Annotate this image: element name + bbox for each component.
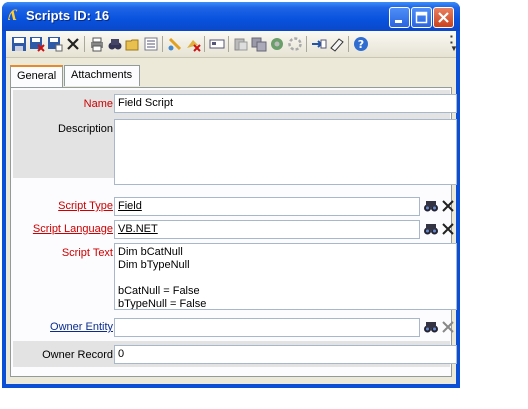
binoculars-icon (424, 224, 438, 235)
script-text-label: Script Text (61, 247, 113, 259)
title-bar[interactable]: ʎ Scripts ID: 16 (2, 2, 460, 31)
open-folder-button[interactable] (125, 36, 141, 52)
owner-record-field[interactable]: 0 (114, 345, 457, 364)
find-icon (108, 39, 122, 50)
close-icon (438, 12, 449, 23)
script-language-label[interactable]: Script Language (33, 223, 113, 235)
save-close-icon (30, 37, 45, 52)
general-panel: Name Field Script Description Script Typ… (10, 87, 457, 377)
save-close-button[interactable] (29, 36, 45, 52)
save-new-icon (48, 37, 63, 52)
svg-text:?: ? (358, 38, 364, 51)
owner-entity-field[interactable] (114, 318, 420, 337)
owner-record-label: Owner Record (42, 349, 113, 361)
scripts-window: ʎ Scripts ID: 16 ? ▪ ▪ ▼ General Attachm… (2, 2, 460, 388)
clear-icon (187, 40, 201, 52)
script-language-clear-button[interactable] (440, 221, 456, 237)
script-type-row: Script Type Field (13, 196, 454, 219)
toolbar-separator (162, 36, 163, 52)
notes-icon (330, 38, 344, 52)
paste-button[interactable] (233, 36, 249, 52)
toolbar-separator (84, 36, 85, 52)
toolbar-separator (228, 36, 229, 52)
export-button[interactable] (251, 36, 267, 52)
minimize-button[interactable] (389, 7, 410, 28)
run-icon (168, 37, 182, 51)
print-button[interactable] (89, 36, 105, 52)
owner-entity-row: Owner Entity (13, 313, 454, 339)
script-type-label[interactable]: Script Type (58, 200, 113, 212)
save-icon (12, 37, 26, 51)
refresh-icon (271, 38, 283, 50)
minimize-icon (395, 20, 402, 23)
script-app-icon: ʎ (8, 8, 17, 24)
toolbar-overflow-grip[interactable]: ▪ ▪ ▼ (450, 33, 458, 54)
close-button[interactable] (433, 7, 454, 28)
link-button[interactable] (311, 36, 327, 52)
owner-entity-find-button[interactable] (423, 319, 439, 335)
help-button[interactable]: ? (353, 36, 369, 52)
copy-icon (209, 39, 225, 49)
notes-button[interactable] (329, 36, 345, 52)
tab-general-label: General (17, 70, 57, 82)
script-language-find-button[interactable] (423, 221, 439, 237)
clear-x-icon (442, 200, 454, 212)
script-text-field[interactable]: Dim bCatNull Dim bTypeNull bCatNull = Fa… (114, 243, 457, 310)
toolbar-separator (306, 36, 307, 52)
description-label: Description (57, 123, 113, 135)
maximize-button[interactable] (411, 7, 432, 28)
owner-record-row: Owner Record 0 (13, 341, 457, 367)
spinner-icon (288, 37, 302, 51)
delete-icon (67, 38, 79, 50)
window-title: Scripts ID: 16 (26, 8, 110, 23)
list-button[interactable] (143, 36, 159, 52)
help-icon: ? (354, 37, 368, 51)
description-field[interactable] (114, 119, 457, 185)
tab-attachments-label: Attachments (71, 69, 133, 81)
script-type-field[interactable]: Field (114, 197, 420, 216)
tab-attachments[interactable]: Attachments (64, 65, 140, 86)
description-row: Description (13, 116, 457, 185)
delete-button[interactable] (65, 36, 81, 52)
link-icon (312, 39, 327, 49)
binoculars-icon (424, 201, 438, 212)
print-icon (91, 37, 103, 52)
owner-entity-label[interactable]: Owner Entity (50, 321, 113, 333)
tab-general[interactable]: General (10, 65, 63, 88)
refresh-button[interactable] (269, 36, 285, 52)
save-button[interactable] (11, 36, 27, 52)
export-icon (251, 37, 267, 52)
maximize-icon (415, 11, 428, 24)
binoculars-icon (424, 322, 438, 333)
spinner-button[interactable] (287, 36, 303, 52)
name-row: Name Field Script (13, 90, 457, 116)
clear-button[interactable] (185, 36, 201, 52)
name-field[interactable]: Field Script (114, 94, 457, 113)
toolbar-separator (348, 36, 349, 52)
script-language-row: Script Language VB.NET (13, 219, 454, 242)
paste-icon (234, 38, 248, 51)
toolbar-separator (204, 36, 205, 52)
open-folder-icon (125, 39, 139, 51)
name-label: Name (83, 98, 113, 110)
list-icon (144, 37, 158, 51)
copy-button[interactable] (209, 36, 225, 52)
clear-x-icon (442, 223, 454, 235)
script-type-clear-button[interactable] (440, 198, 456, 214)
script-type-find-button[interactable] (423, 198, 439, 214)
script-language-field[interactable]: VB.NET (114, 220, 420, 239)
run-button[interactable] (167, 36, 183, 52)
find-button[interactable] (107, 36, 123, 52)
owner-entity-clear-button[interactable] (440, 319, 456, 335)
window-client: ? ▪ ▪ ▼ General Attachments Name Field Scr… (6, 31, 458, 384)
save-new-button[interactable] (47, 36, 63, 52)
clear-x-icon (442, 321, 454, 333)
toolbar: ? ▪ ▪ ▼ (6, 31, 458, 58)
